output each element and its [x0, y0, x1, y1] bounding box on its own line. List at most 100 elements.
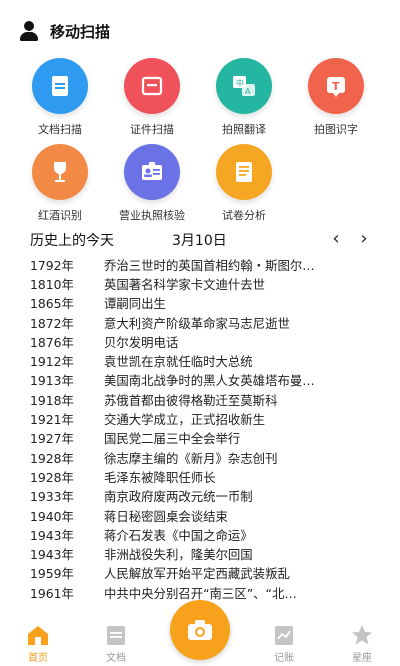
tool-label: 营业执照核验 [119, 209, 185, 222]
license-icon [124, 144, 180, 200]
event-year: 1912年 [30, 354, 74, 370]
document-tab-icon [104, 624, 128, 646]
event-text: 意大利资产阶级革命家马志尼逝世 [104, 315, 290, 331]
event-year: 1943年 [30, 547, 74, 563]
user-icon [18, 20, 40, 42]
ledger-icon [272, 624, 296, 646]
tool-label: 证件扫描 [130, 123, 174, 136]
svg-text:A: A [245, 87, 251, 96]
history-title: 历史上的今天 [30, 233, 114, 249]
tool-text-recognition[interactable]: T 拍图识字 [288, 58, 384, 137]
history-event-row[interactable]: 1928年 徐志摩主编的《新月》杂志创刊 [30, 448, 375, 467]
tool-photo-translate[interactable]: 中A 拍照翻译 [196, 58, 292, 137]
event-text: 徐志摩主编的《新月》杂志创刊 [104, 450, 278, 466]
tab-home[interactable]: 首页 [8, 624, 68, 664]
history-event-row[interactable]: 1940年 蒋日秘密圆桌会谈结束 [30, 506, 375, 525]
event-text: 谭嗣同出生 [104, 296, 166, 312]
event-text: 国民党二届三中全会举行 [104, 431, 241, 447]
event-text: 蒋日秘密圆桌会谈结束 [104, 508, 228, 524]
event-year: 1876年 [30, 334, 74, 350]
event-year: 1961年 [30, 585, 74, 601]
event-year: 1921年 [30, 412, 74, 428]
event-text: 贝尔发明电话 [104, 334, 179, 350]
tool-wine-recognition[interactable]: 红酒识别 [12, 144, 108, 223]
event-year: 1792年 [30, 257, 74, 273]
tab-label: 首页 [28, 653, 48, 664]
event-text: 中共中央分别召开“南三区”、“北… [104, 585, 297, 601]
history-event-row[interactable]: 1865年 谭嗣同出生 [30, 294, 375, 313]
history-event-row[interactable]: 1918年 苏俄首都由彼得格勒迁至莫斯科 [30, 390, 375, 409]
event-year: 1940年 [30, 508, 74, 524]
event-year: 1959年 [30, 566, 74, 582]
tool-license-verify[interactable]: 营业执照核验 [104, 144, 200, 223]
history-event-row[interactable]: 1959年 人民解放军开始平定西藏武装叛乱 [30, 564, 375, 583]
event-year: 1928年 [30, 450, 74, 466]
prev-day-button[interactable]: ‹ [326, 228, 346, 249]
event-year: 1928年 [30, 469, 74, 485]
event-text: 非洲战役失利，隆美尔回国 [104, 547, 253, 563]
event-year: 1918年 [30, 392, 74, 408]
translate-icon: 中A [216, 58, 272, 114]
history-event-row[interactable]: 1943年 蒋介石发表《中国之命运》 [30, 525, 375, 544]
event-year: 1933年 [30, 489, 74, 505]
tab-label: 记账 [274, 653, 294, 664]
event-year: 1927年 [30, 431, 74, 447]
event-year: 1872年 [30, 315, 74, 331]
tool-label: 文档扫描 [38, 123, 82, 136]
event-text: 南京政府废两改元统一币制 [104, 489, 253, 505]
svg-text:中: 中 [236, 78, 244, 88]
history-event-row[interactable]: 1921年 交通大学成立，正式招收新生 [30, 409, 375, 428]
history-event-row[interactable]: 1933年 南京政府废两改元统一币制 [30, 487, 375, 506]
tool-id-scan[interactable]: 证件扫描 [104, 58, 200, 137]
next-day-button[interactable]: › [354, 228, 374, 249]
event-text: 苏俄首都由彼得格勒迁至莫斯科 [104, 392, 278, 408]
home-icon [26, 624, 50, 646]
tool-exam-analysis[interactable]: 试卷分析 [196, 144, 292, 223]
camera-button[interactable] [170, 600, 230, 660]
tab-ledger[interactable]: 记账 [254, 624, 314, 664]
history-event-row[interactable]: 1912年 袁世凯在京就任临时大总统 [30, 351, 375, 370]
history-event-row[interactable]: 1876年 贝尔发明电话 [30, 332, 375, 351]
section-title: 移动扫描 [50, 22, 111, 41]
event-text: 英国著名科学家卡文迪什去世 [104, 276, 266, 292]
event-text: 毛泽东被降职任师长 [104, 469, 216, 485]
event-year: 1865年 [30, 296, 74, 312]
document-icon [32, 58, 88, 114]
history-event-list: 1792年 乔治三世时的英国首相约翰・斯图尔… 1810年 英国著名科学家卡文迪什去世… [30, 255, 375, 602]
tab-horoscope[interactable]: 星座 [332, 624, 392, 664]
history-event-row[interactable]: 1810年 英国著名科学家卡文迪什去世 [30, 274, 375, 293]
event-text: 蒋介石发表《中国之命运》 [104, 527, 253, 543]
tab-label: 星座 [352, 653, 372, 664]
event-year: 1913年 [30, 373, 74, 389]
event-text: 人民解放军开始平定西藏武装叛乱 [104, 566, 290, 582]
tool-document-scan[interactable]: 文档扫描 [12, 58, 108, 137]
history-event-row[interactable]: 1872年 意大利资产阶级革命家马志尼逝世 [30, 313, 375, 332]
tool-label: 红酒识别 [38, 209, 82, 222]
event-year: 1810年 [30, 276, 74, 292]
event-text: 乔治三世时的英国首相约翰・斯图尔… [104, 257, 315, 273]
tab-label: 文档 [106, 653, 126, 664]
history-event-row[interactable]: 1943年 非洲战役失利，隆美尔回国 [30, 544, 375, 563]
history-event-row[interactable]: 1913年 美国南北战争时的黑人女英雄塔布曼… [30, 371, 375, 390]
app-header: 移动扫描 [18, 20, 110, 42]
tool-label: 拍图识字 [314, 123, 358, 136]
history-event-row[interactable]: 1928年 毛泽东被降职任师长 [30, 467, 375, 486]
tool-label: 拍照翻译 [222, 123, 266, 136]
star-icon [350, 624, 374, 646]
svg-text:T: T [332, 80, 340, 93]
tab-documents[interactable]: 文档 [86, 624, 146, 664]
text-recognition-icon: T [308, 58, 364, 114]
tool-label: 试卷分析 [222, 209, 266, 222]
history-header: 历史上的今天 3月10日 ‹ › [30, 228, 375, 252]
history-event-row[interactable]: 1927年 国民党二届三中全会举行 [30, 429, 375, 448]
history-date: 3月10日 [172, 233, 227, 249]
camera-icon [188, 620, 212, 640]
event-year: 1943年 [30, 527, 74, 543]
exam-paper-icon [216, 144, 272, 200]
id-card-icon [124, 58, 180, 114]
history-event-row[interactable]: 1792年 乔治三世时的英国首相约翰・斯图尔… [30, 255, 375, 274]
wine-glass-icon [32, 144, 88, 200]
event-text: 美国南北战争时的黑人女英雄塔布曼… [104, 373, 315, 389]
event-text: 袁世凯在京就任临时大总统 [104, 354, 253, 370]
event-text: 交通大学成立，正式招收新生 [104, 412, 266, 428]
